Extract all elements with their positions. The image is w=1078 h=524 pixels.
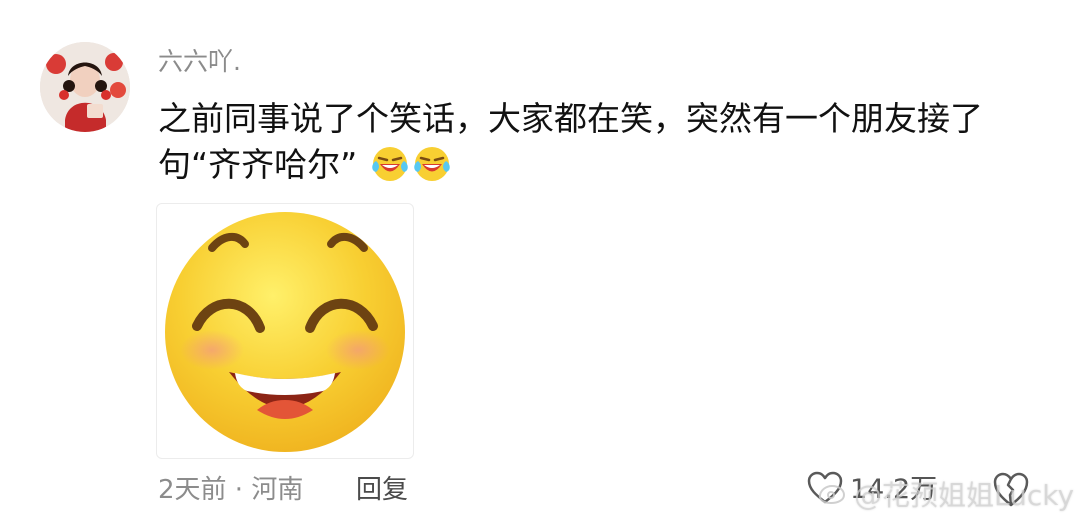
meta-separator: · xyxy=(226,475,252,505)
broken-heart-icon xyxy=(993,472,1029,507)
comment-time: 2天前 xyxy=(158,475,227,505)
laughing-tears-icon xyxy=(370,144,410,184)
avatar-image xyxy=(40,42,130,132)
comment-location: 河南 xyxy=(251,475,304,505)
comment-text: 之前同事说了个笑话，大家都在笑，突然有一个朋友接了句“齐齐哈尔” xyxy=(158,99,983,184)
sticker-image[interactable] xyxy=(156,203,414,459)
dislike-button[interactable] xyxy=(991,470,1031,510)
big-smile-icon xyxy=(165,212,405,452)
heart-icon xyxy=(806,471,844,509)
comment-meta: 2天前 · 河南 xyxy=(158,474,303,506)
like-count: 14.2万 xyxy=(850,474,938,505)
laughing-tears-icon xyxy=(412,144,452,184)
user-avatar[interactable] xyxy=(40,42,130,132)
reply-button[interactable]: 回复 xyxy=(356,474,408,506)
like-button[interactable]: 14.2万 xyxy=(806,470,937,510)
username[interactable]: 六六吖. xyxy=(158,47,241,77)
comment-body: 之前同事说了个笑话，大家都在笑，突然有一个朋友接了句“齐齐哈尔” xyxy=(158,96,1048,188)
